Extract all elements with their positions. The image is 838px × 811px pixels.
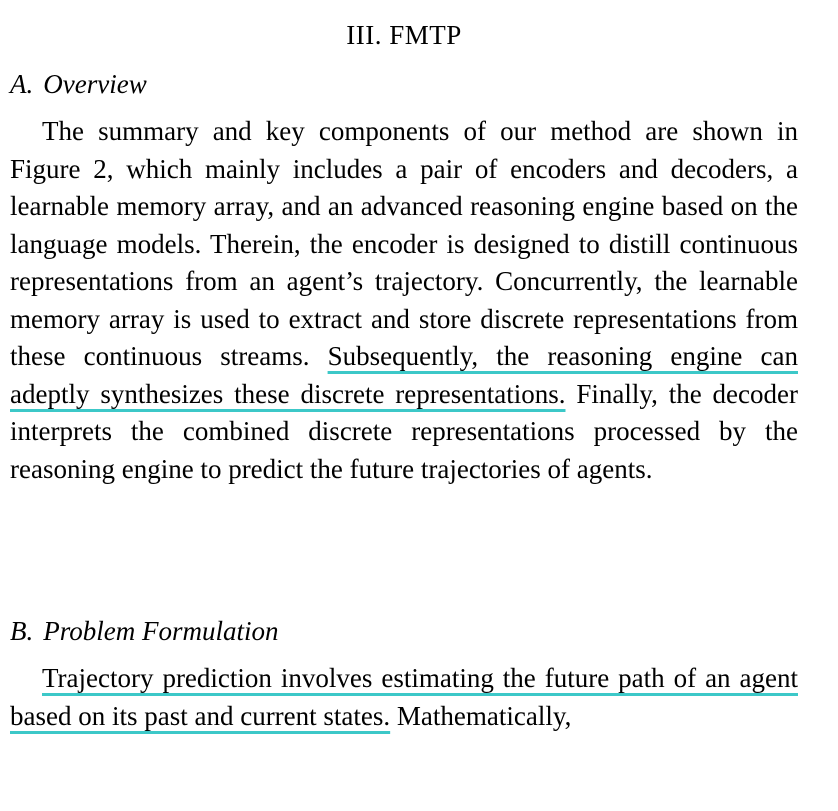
overview-paragraph: The summary and key components of our me…: [10, 113, 798, 488]
subsection-heading-overview: A. Overview: [10, 66, 147, 102]
subsection-title: Problem Formulation: [43, 616, 279, 646]
subsection-label: A.: [10, 69, 34, 99]
subsection-label: B.: [10, 616, 34, 646]
subsection-title: Overview: [43, 69, 147, 99]
overview-text: The summary and key components of our me…: [10, 116, 798, 371]
problem-text-continued: Mathematically,: [390, 700, 572, 731]
section-title: III. FMTP: [346, 20, 462, 50]
problem-paragraph: Trajectory prediction involves estimatin…: [10, 660, 798, 735]
subsection-heading-problem-formulation: B. Problem Formulation: [10, 613, 279, 649]
